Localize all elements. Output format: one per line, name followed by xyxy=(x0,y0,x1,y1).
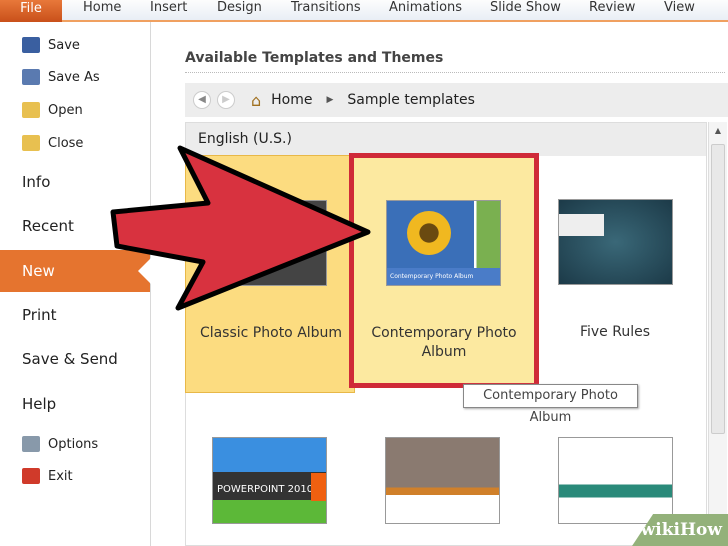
tooltip: Contemporary Photo Album xyxy=(463,384,638,425)
red-arrow xyxy=(110,145,371,311)
annotation-arrow xyxy=(110,145,371,311)
